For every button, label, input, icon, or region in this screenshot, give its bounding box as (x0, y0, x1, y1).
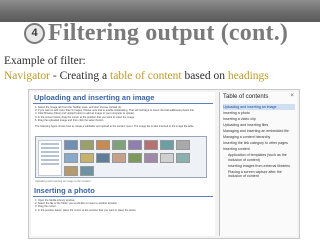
toc-subitem[interactable]: Application of templates (such as the in… (223, 152, 295, 162)
heading-rule (33, 196, 213, 197)
doc-heading-2[interactable]: Inserting a photo (34, 186, 95, 195)
thumbnail-image (160, 153, 174, 163)
subtitle-line-1: Example of filter: (4, 55, 86, 67)
thumbnail-image (80, 140, 94, 150)
file-manager-figure (35, 136, 207, 178)
heading-rule (33, 103, 213, 104)
steps-list-1: 1. Select the Image tab from the Toolbar… (35, 106, 211, 122)
thumbnail-image (80, 153, 94, 163)
toc-list: Uploading and inserting an image Inserti… (223, 104, 295, 179)
slide-top-bar (0, 0, 320, 22)
folder-tree (38, 140, 62, 176)
step: 4. In the position below, place the curs… (35, 208, 137, 212)
subtitle-line-2: Navigator - Creating a table of content … (4, 70, 269, 82)
note-text: The following figure shows how to create… (35, 125, 195, 128)
document-pane: Uploading and inserting an image 1. Sele… (31, 92, 215, 236)
thumbnail-image (128, 153, 142, 163)
thumbnail-image (176, 140, 190, 150)
thumbnail-image (80, 166, 94, 176)
navigator-term: Navigator (4, 70, 50, 82)
navigator-pane: Table of contents × Uploading and insert… (219, 92, 297, 236)
step: 5. Drag the uploaded image and then clic… (35, 118, 105, 122)
close-icon[interactable]: × (290, 93, 294, 99)
thumbnail-image (96, 140, 110, 150)
figure-caption: Uploading and inserting an image to the … (35, 180, 91, 183)
slide-title: Filtering output (cont.) (48, 20, 289, 46)
thumbnail-image (64, 153, 78, 163)
headings-term: headings (227, 70, 269, 82)
thumbnail-image (160, 140, 174, 150)
thumbnail-image (128, 140, 142, 150)
slide-number-badge: 4 (24, 23, 45, 44)
subtitle-connector: - Creating a (49, 70, 111, 82)
thumbnail-image (64, 140, 78, 150)
thumbnail-image (144, 153, 158, 163)
navigator-title: Table of contents (223, 94, 269, 100)
thumbnail-image (112, 140, 126, 150)
editor-screenshot: Uploading and inserting an image 1. Sele… (28, 89, 300, 239)
thumbnail-image (96, 153, 110, 163)
thumbnail-image (144, 140, 158, 150)
steps-list-2: 1. Open the Media Library window. 2. Sel… (35, 199, 211, 212)
doc-heading-1[interactable]: Uploading and inserting an image (34, 93, 154, 102)
toc-term: table of content (110, 70, 182, 82)
doc-note: The following figure shows how to create… (35, 125, 211, 128)
thumbnail-image (112, 153, 126, 163)
thumbnail-image (64, 166, 78, 176)
subtitle-connector-2: based on (181, 70, 228, 82)
thumbnail-image (176, 153, 190, 163)
toc-subitem[interactable]: Placing a screen capture after the inclu… (223, 169, 295, 179)
